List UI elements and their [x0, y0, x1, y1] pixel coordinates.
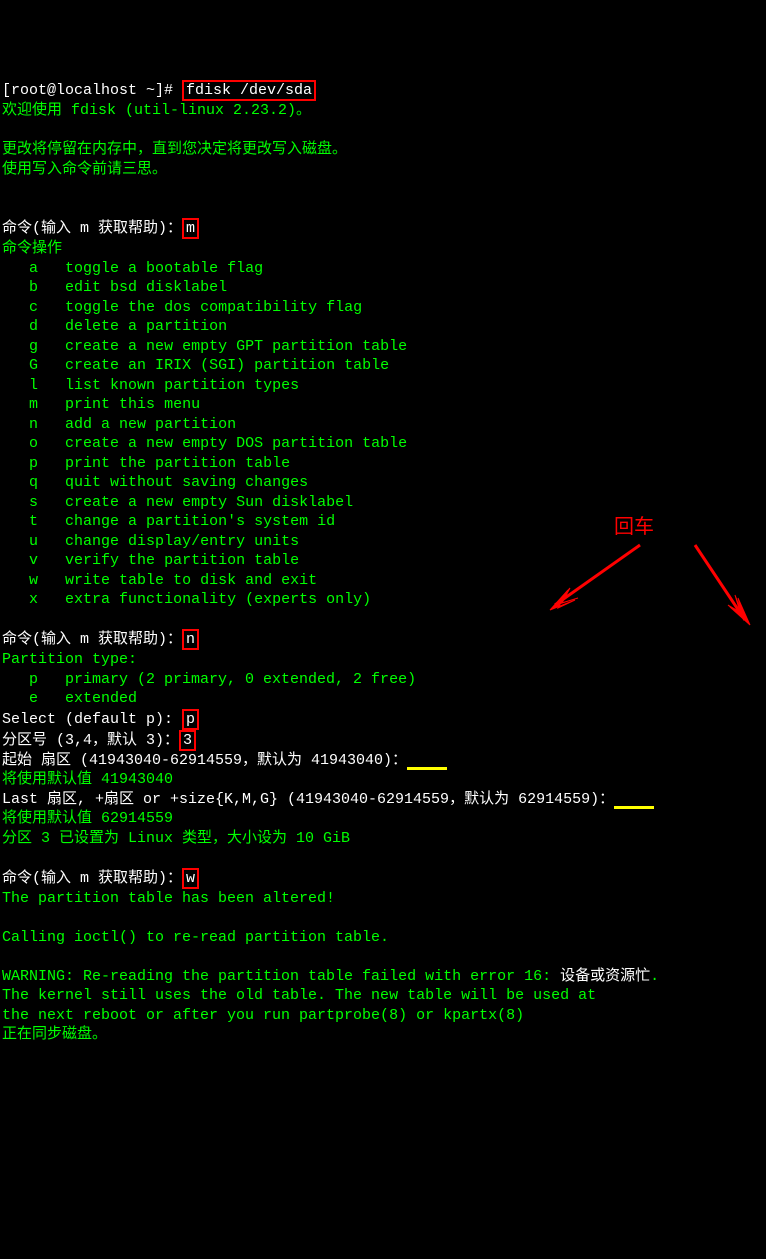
syncing: 正在同步磁盘。 [2, 1026, 107, 1043]
input-w-highlight: w [182, 868, 199, 889]
menu-item: n [29, 416, 38, 433]
input-n-highlight: n [182, 629, 199, 650]
arrow-icon-2 [680, 540, 766, 630]
menu-item: t [29, 513, 38, 530]
cmd-prompt-3: 命令(输入 m 获取帮助)： [2, 870, 182, 887]
menu-item: a [29, 260, 38, 277]
ptype-header: Partition type: [2, 651, 137, 668]
notice-2: 使用写入命令前请三思。 [2, 161, 167, 178]
menu-desc: create a new empty GPT partition table [65, 338, 407, 355]
menu-item: m [29, 396, 38, 413]
empty-input-underline-2 [614, 797, 654, 809]
menu-desc: change display/entry units [65, 533, 299, 550]
warn-1a: WARNING: Re-reading the partition table … [2, 968, 560, 985]
input-w: w [186, 870, 195, 887]
input-3: 3 [183, 732, 192, 749]
menu-item: o [29, 435, 38, 452]
cmd-prompt-2: 命令(输入 m 获取帮助)： [2, 631, 182, 648]
select-prompt: Select (default p): [2, 711, 182, 728]
warn-2: The kernel still uses the old table. The… [2, 987, 596, 1004]
menu-desc: create a new empty Sun disklabel [65, 494, 353, 511]
input-3-highlight: 3 [179, 730, 196, 751]
ptype-p: p primary (2 primary, 0 extended, 2 free… [2, 671, 416, 688]
menu-desc: add a new partition [65, 416, 236, 433]
menu-desc: write table to disk and exit [65, 572, 317, 589]
menu-desc: delete a partition [65, 318, 227, 335]
menu-desc: toggle a bootable flag [65, 260, 263, 277]
command-highlight: fdisk /dev/sda [182, 80, 316, 101]
input-p: p [186, 711, 195, 728]
menu-desc: print this menu [65, 396, 200, 413]
command-text: fdisk /dev/sda [186, 82, 312, 99]
notice-1: 更改将停留在内存中，直到您决定将更改写入磁盘。 [2, 141, 347, 158]
menu-item: g [29, 338, 38, 355]
annotation-enter: 回车 [614, 514, 654, 540]
input-m: m [186, 220, 195, 237]
menu-item: l [29, 377, 38, 394]
menu-item: v [29, 552, 38, 569]
menu-desc: quit without saving changes [65, 474, 308, 491]
cmd-prompt-1: 命令(输入 m 获取帮助)： [2, 220, 182, 237]
shell-prompt: [root@localhost ~]# [2, 82, 182, 99]
menu-desc: extra functionality (experts only) [65, 591, 371, 608]
menu-item: s [29, 494, 38, 511]
start-sector: 起始 扇区 (41943040-62914559，默认为 41943040)： [2, 752, 407, 769]
start-default: 将使用默认值 41943040 [2, 771, 173, 788]
input-n: n [186, 631, 195, 648]
warn-1c: . [650, 968, 659, 985]
menu-desc: print the partition table [65, 455, 290, 472]
partition-set: 分区 3 已设置为 Linux 类型，大小设为 10 GiB [2, 830, 350, 847]
menu-item: d [29, 318, 38, 335]
last-sector: Last 扇区, +扇区 or +size{K,M,G} (41943040-6… [2, 791, 614, 808]
menu-desc: list known partition types [65, 377, 299, 394]
warn-3: the next reboot or after you run partpro… [2, 1007, 524, 1024]
input-m-highlight: m [182, 218, 199, 239]
menu-desc: create a new empty DOS partition table [65, 435, 407, 452]
menu-item: q [29, 474, 38, 491]
menu-item: w [29, 572, 38, 589]
warn-1b: 设备或资源忙 [560, 968, 650, 985]
last-default: 将使用默认值 62914559 [2, 810, 173, 827]
menu-item: p [29, 455, 38, 472]
menu-item: u [29, 533, 38, 550]
ptype-e: e extended [2, 690, 137, 707]
arrow-icon-1 [540, 540, 660, 620]
menu-item: G [29, 357, 38, 374]
altered-msg: The partition table has been altered! [2, 890, 335, 907]
menu-item: x [29, 591, 38, 608]
input-p-highlight: p [182, 709, 199, 730]
menu-desc: edit bsd disklabel [65, 279, 227, 296]
ioctl-msg: Calling ioctl() to re-read partition tab… [2, 929, 389, 946]
menu-desc: verify the partition table [65, 552, 299, 569]
menu-item: b [29, 279, 38, 296]
menu-item: c [29, 299, 38, 316]
welcome-line: 欢迎使用 fdisk (util-linux 2.23.2)。 [2, 102, 311, 119]
menu-desc: change a partition's system id [65, 513, 335, 530]
menu-desc: toggle the dos compatibility flag [65, 299, 362, 316]
empty-input-underline-1 [407, 758, 447, 770]
menu-desc: create an IRIX (SGI) partition table [65, 357, 389, 374]
partnum-prompt: 分区号 (3,4，默认 3)： [2, 732, 179, 749]
menu-header: 命令操作 [2, 240, 62, 257]
